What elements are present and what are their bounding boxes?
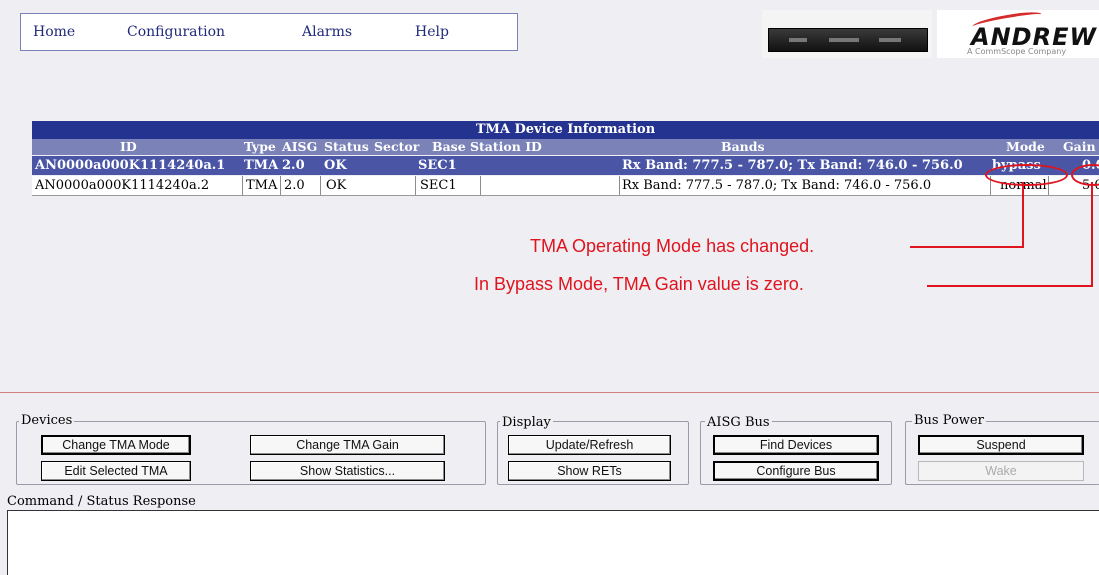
edit-selected-tma-button[interactable]: Edit Selected TMA — [41, 461, 191, 481]
suspend-button[interactable]: Suspend — [918, 435, 1084, 455]
col-aisg[interactable]: AISG — [282, 139, 317, 155]
update-refresh-button[interactable]: Update/Refresh — [508, 435, 671, 455]
cell-sector: SEC1 — [418, 158, 457, 173]
cell-bands: Rx Band: 777.5 - 787.0; Tx Band: 746.0 -… — [622, 178, 932, 193]
mode-leader-h — [910, 246, 1024, 248]
col-mode[interactable]: Mode — [1006, 139, 1045, 155]
command-status-label: Command / Status Response — [7, 494, 196, 509]
tma-device-table: TMA Device Information ID Type AISG Stat… — [32, 121, 1099, 393]
menu-bar: Home Configuration Alarms Help — [20, 13, 518, 51]
menu-home[interactable]: Home — [33, 24, 75, 40]
col-id[interactable]: ID — [120, 139, 137, 155]
table-title: TMA Device Information — [32, 121, 1099, 139]
col-base-station-id[interactable]: Base Station ID — [432, 139, 542, 155]
wake-button[interactable]: Wake — [918, 461, 1084, 481]
change-tma-gain-button[interactable]: Change TMA Gain — [250, 435, 445, 455]
show-statistics-button[interactable]: Show Statistics... — [250, 461, 445, 481]
menu-help[interactable]: Help — [415, 24, 449, 40]
col-sector[interactable]: Sector — [374, 139, 419, 155]
cell-id: AN0000a000K1114240a.2 — [35, 178, 210, 193]
bypass-gain-note: In Bypass Mode, TMA Gain value is zero. — [474, 274, 804, 294]
col-bands[interactable]: Bands — [721, 139, 765, 155]
andrew-logo: ANDREW A CommScope Company — [937, 10, 1099, 58]
mode-leader-v — [1022, 182, 1024, 248]
cell-type: TMA — [246, 178, 278, 193]
table-row[interactable]: AN0000a000K1114240a.1 TMA 2.0 OK SEC1 Rx… — [32, 156, 1099, 175]
cell-type: TMA — [244, 158, 279, 173]
mode-highlight-circle — [985, 164, 1068, 186]
col-type[interactable]: Type — [244, 139, 276, 155]
cell-status: OK — [324, 158, 347, 173]
cell-id: AN0000a000K1114240a.1 — [35, 158, 226, 173]
mode-change-note: TMA Operating Mode has changed. — [530, 236, 815, 256]
logo-tagline: A CommScope Company — [967, 47, 1067, 56]
cell-aisg: 2.0 — [284, 178, 305, 193]
table-row[interactable]: AN0000a000K1114240a.2 TMA 2.0 OK SEC1 Rx… — [32, 176, 1099, 196]
change-tma-mode-button[interactable]: Change TMA Mode — [41, 435, 191, 455]
gain-leader-v — [1091, 182, 1093, 287]
table-header: ID Type AISG Status Sector Base Station … — [32, 139, 1099, 155]
show-rets-button[interactable]: Show RETs — [508, 461, 671, 481]
find-devices-button[interactable]: Find Devices — [713, 435, 879, 455]
configure-bus-button[interactable]: Configure Bus — [713, 461, 879, 481]
bus-power-group-label: Bus Power — [912, 413, 986, 428]
menu-configuration[interactable]: Configuration — [127, 24, 225, 40]
device-image — [762, 10, 932, 58]
col-gain[interactable]: Gain — [1063, 139, 1096, 155]
panel-divider — [0, 392, 1099, 393]
command-status-response-box[interactable] — [7, 510, 1099, 575]
gain-leader-h — [927, 285, 1093, 287]
col-status[interactable]: Status — [324, 139, 369, 155]
menu-alarms[interactable]: Alarms — [302, 24, 352, 40]
cell-bands: Rx Band: 777.5 - 787.0; Tx Band: 746.0 -… — [622, 158, 963, 173]
devices-group-label: Devices — [19, 413, 75, 428]
cell-status: OK — [326, 178, 347, 193]
cell-aisg: 2.0 — [282, 158, 305, 173]
display-group-label: Display — [500, 415, 553, 430]
cell-sector: SEC1 — [420, 178, 457, 193]
aisg-bus-group-label: AISG Bus — [705, 415, 772, 430]
